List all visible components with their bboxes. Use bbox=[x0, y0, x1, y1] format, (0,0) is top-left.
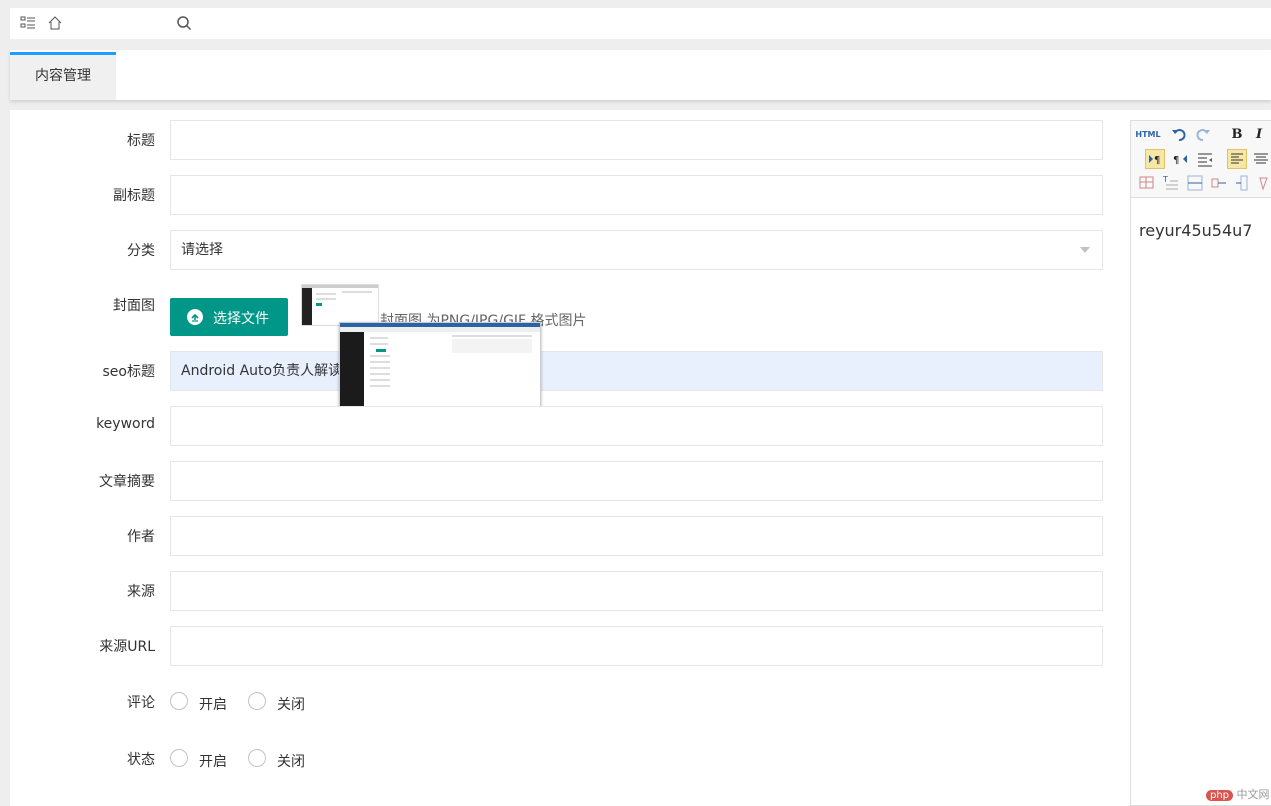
watermark-text: 中文网 bbox=[1236, 788, 1270, 801]
home-icon[interactable] bbox=[47, 15, 63, 31]
php-logo: php bbox=[1206, 790, 1234, 801]
category-label: 分类 bbox=[127, 243, 155, 259]
status-label: 状态 bbox=[127, 752, 155, 768]
keyword-input[interactable] bbox=[170, 406, 1103, 446]
merge-cells-icon[interactable] bbox=[1209, 173, 1229, 193]
title-row: 标题 bbox=[10, 120, 1110, 160]
source-input[interactable] bbox=[170, 571, 1103, 611]
insert-row-icon[interactable] bbox=[1185, 173, 1205, 193]
subtitle-input[interactable] bbox=[170, 175, 1103, 215]
comment-row: 评论 开启 关闭 bbox=[10, 682, 1110, 722]
radio-on-label: 开启 bbox=[199, 754, 227, 770]
radio-circle-icon bbox=[170, 749, 188, 767]
undo-icon[interactable] bbox=[1169, 125, 1189, 145]
delete-table-icon[interactable] bbox=[1255, 173, 1271, 193]
insert-table-icon[interactable] bbox=[1137, 173, 1157, 193]
category-row: 分类 请选择 bbox=[10, 230, 1110, 270]
insert-column-icon[interactable] bbox=[1233, 173, 1253, 193]
seo-title-row: seo标题 Android Auto负责人解读谷 bbox=[10, 351, 1110, 391]
category-value: 请选择 bbox=[181, 242, 223, 258]
keyword-label: keyword bbox=[96, 416, 155, 432]
menu-toggle-icon[interactable] bbox=[20, 15, 36, 31]
svg-text:T: T bbox=[1162, 175, 1168, 184]
indent-icon[interactable] bbox=[1195, 149, 1215, 169]
tab-content-management[interactable]: 内容管理 bbox=[10, 52, 116, 100]
svg-text:¶: ¶ bbox=[1173, 155, 1179, 166]
seo-title-input[interactable]: Android Auto负责人解读谷 bbox=[170, 351, 1103, 391]
rtl-direction-icon[interactable]: ¶ bbox=[1171, 149, 1191, 169]
html-source-button[interactable]: HTML bbox=[1135, 125, 1161, 145]
editor-toolbar: HTML B I ¶ ¶ T bbox=[1131, 121, 1271, 198]
source-url-label: 来源URL bbox=[99, 639, 155, 655]
align-center-icon[interactable] bbox=[1251, 149, 1271, 169]
comment-label: 评论 bbox=[127, 695, 155, 711]
source-label: 来源 bbox=[127, 584, 155, 600]
author-label: 作者 bbox=[127, 529, 155, 545]
subtitle-row: 副标题 bbox=[10, 175, 1110, 215]
bold-icon[interactable]: B bbox=[1227, 125, 1247, 145]
radio-on-label: 开启 bbox=[199, 697, 227, 713]
radio-circle-icon bbox=[248, 749, 266, 767]
italic-icon[interactable]: I bbox=[1249, 125, 1269, 145]
keyword-row: keyword bbox=[10, 406, 1110, 446]
main-form: 标题 副标题 分类 请选择 封面图 选择文件 封面图 为PNG/JPG/GIF … bbox=[10, 110, 1271, 806]
cover-label: 封面图 bbox=[113, 298, 155, 314]
status-row: 状态 开启 关闭 bbox=[10, 739, 1110, 779]
seo-title-label: seo标题 bbox=[102, 364, 155, 380]
summary-input[interactable] bbox=[170, 461, 1103, 501]
upload-button-label: 选择文件 bbox=[213, 311, 269, 327]
cover-thumbnail bbox=[301, 284, 379, 326]
editor-content[interactable]: reyur45u54u7 bbox=[1139, 221, 1252, 240]
ltr-direction-icon[interactable]: ¶ bbox=[1145, 149, 1165, 169]
radio-off-label: 关闭 bbox=[277, 754, 305, 770]
author-row: 作者 bbox=[10, 516, 1110, 556]
source-url-input[interactable] bbox=[170, 626, 1103, 666]
title-input[interactable] bbox=[170, 120, 1103, 160]
summary-row: 文章摘要 bbox=[10, 461, 1110, 501]
table-title-icon[interactable]: T bbox=[1161, 173, 1181, 193]
upload-icon bbox=[187, 309, 203, 325]
php-watermark: php 中文网 bbox=[1206, 786, 1270, 802]
title-label: 标题 bbox=[127, 133, 155, 149]
source-url-row: 来源URL bbox=[10, 626, 1110, 666]
search-icon[interactable] bbox=[176, 15, 192, 31]
tab-bar: 内容管理 bbox=[10, 50, 1271, 100]
subtitle-label: 副标题 bbox=[113, 188, 155, 204]
author-input[interactable] bbox=[170, 516, 1103, 556]
svg-text:¶: ¶ bbox=[1154, 155, 1160, 166]
summary-label: 文章摘要 bbox=[99, 474, 155, 490]
radio-circle-icon bbox=[170, 692, 188, 710]
dropdown-arrow-icon bbox=[1080, 247, 1090, 253]
redo-icon[interactable] bbox=[1193, 125, 1213, 145]
radio-off-label: 关闭 bbox=[277, 697, 305, 713]
radio-circle-icon bbox=[248, 692, 266, 710]
source-row: 来源 bbox=[10, 571, 1110, 611]
upload-file-button[interactable]: 选择文件 bbox=[170, 298, 288, 336]
category-select[interactable]: 请选择 bbox=[170, 230, 1103, 270]
rich-text-editor[interactable]: HTML B I ¶ ¶ T reyur45u54u7 bbox=[1130, 120, 1271, 806]
align-left-icon[interactable] bbox=[1227, 149, 1247, 169]
top-bar bbox=[10, 8, 1271, 39]
